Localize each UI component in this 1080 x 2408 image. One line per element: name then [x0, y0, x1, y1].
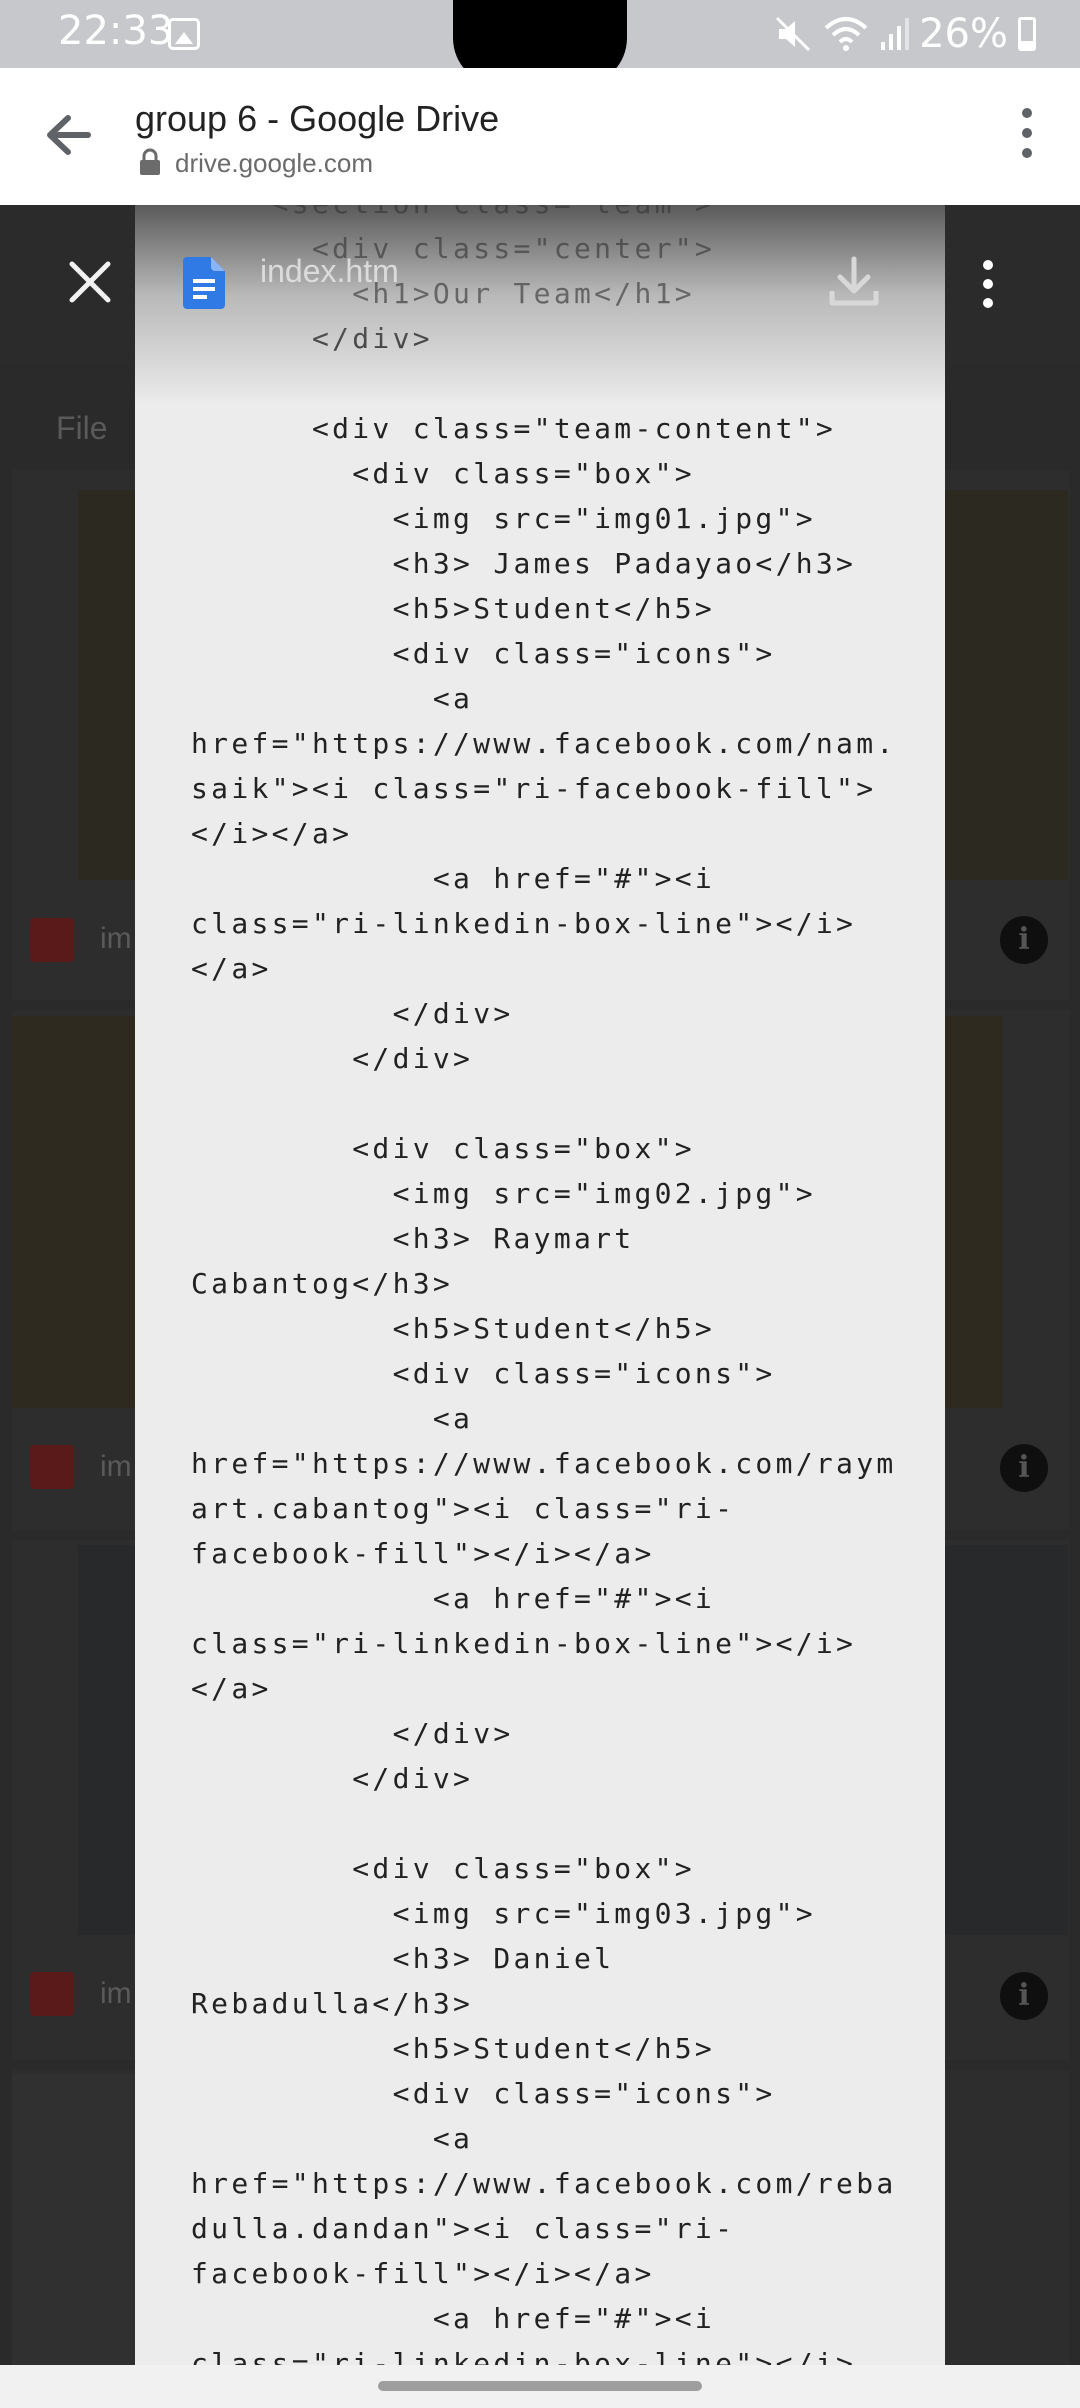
home-gesture-handle[interactable]: [378, 2381, 702, 2391]
status-time: 22:33: [58, 8, 174, 54]
page-title: group 6 - Google Drive: [135, 98, 500, 139]
code-line: <h5>Student</h5>: [191, 592, 716, 625]
lock-icon: [140, 148, 160, 175]
preview-file-name: index.htm: [260, 253, 399, 289]
battery-icon: [1018, 17, 1036, 51]
code-line: <a href="#"><i: [191, 1582, 716, 1615]
battery-percentage: 26%: [919, 11, 1008, 57]
google-docs-icon: [183, 257, 225, 309]
code-line: <h5>Student</h5>: [191, 1312, 716, 1345]
code-line: Rebadulla</h3>: [191, 1987, 474, 2020]
close-icon[interactable]: [66, 258, 114, 306]
code-line: <h5>Student</h5>: [191, 2032, 716, 2065]
code-line: <img src="img02.jpg">: [191, 1177, 816, 1210]
code-line: </a>: [191, 1672, 272, 1705]
code-line: Cabantog</h3>: [191, 1267, 454, 1300]
code-line: <h3> James Padayao</h3>: [191, 547, 857, 580]
code-line: <a href="#"><i: [191, 862, 716, 895]
system-navigation-bar: [0, 2365, 1080, 2408]
code-line: <a: [191, 682, 474, 715]
code-line: art.cabantog"><i class="ri-: [191, 1492, 736, 1525]
code-line: </div>: [191, 322, 433, 355]
code-line: class="ri-linkedin-box-line"></i>: [191, 907, 857, 940]
file-name: im: [100, 922, 132, 955]
code-line: facebook-fill"></i></a>: [191, 2257, 655, 2290]
code-line: class="ri-linkedin-box-line"></i>: [191, 1627, 857, 1660]
code-line: <section class="team">: [191, 205, 715, 220]
code-line: <h3> Daniel: [191, 1942, 615, 1975]
code-line: <div class="icons">: [191, 1357, 776, 1390]
info-icon[interactable]: i: [1000, 1444, 1048, 1492]
page-url: drive.google.com: [175, 148, 373, 178]
code-line: </div>: [191, 1717, 514, 1750]
drive-section-label: File: [56, 410, 108, 446]
code-line: class="ri-linkedin-box-line"></i>: [191, 2347, 857, 2365]
code-line: <h3> Raymart: [191, 1222, 635, 1255]
image-file-icon: [30, 1972, 74, 2016]
code-line: </i></a>: [191, 817, 353, 850]
code-line: <div class="team-content">: [191, 412, 837, 445]
wifi-icon: [824, 17, 868, 51]
info-icon[interactable]: i: [1000, 916, 1048, 964]
code-line: </a>: [191, 952, 272, 985]
code-line: <div class="icons">: [191, 2077, 776, 2110]
code-line: <img src="img01.jpg">: [191, 502, 816, 535]
image-file-icon: [30, 1445, 74, 1489]
code-line: href="https://www.facebook.com/nam.: [191, 727, 897, 760]
signal-icon: [881, 18, 910, 50]
browser-toolbar: group 6 - Google Drive drive.google.com: [0, 68, 1080, 205]
preview-more-options-icon[interactable]: [977, 258, 999, 310]
code-line: <a: [191, 1402, 474, 1435]
back-arrow-icon[interactable]: [44, 110, 92, 160]
file-name: im: [100, 1450, 132, 1483]
code-line: <div class="box">: [191, 457, 695, 490]
code-line: <img src="img03.jpg">: [191, 1897, 816, 1930]
code-line: </div>: [191, 997, 514, 1030]
code-line: <div class="box">: [191, 1852, 695, 1885]
status-icons: 26%: [773, 6, 1036, 62]
code-line: dulla.dandan"><i class="ri-: [191, 2212, 736, 2245]
code-line: href="https://www.facebook.com/reba: [191, 2167, 897, 2200]
code-line: </div>: [191, 1042, 474, 1075]
mute-icon: [776, 16, 811, 52]
code-line: <div class="box">: [191, 1132, 695, 1165]
image-file-icon: [30, 918, 74, 962]
more-options-icon[interactable]: [1012, 108, 1042, 164]
download-icon[interactable]: [828, 255, 880, 309]
code-line: saik"><i class="ri-facebook-fill">: [191, 772, 877, 805]
code-line: <div class="icons">: [191, 637, 776, 670]
code-line: href="https://www.facebook.com/raym: [191, 1447, 897, 1480]
code-line: <a: [191, 2122, 474, 2155]
gallery-icon: [168, 18, 200, 50]
code-preview-page[interactable]: <section class="team"> <div class="cente…: [135, 205, 945, 2365]
code-line: facebook-fill"></i></a>: [191, 1537, 655, 1570]
file-name: im: [100, 1977, 132, 2010]
code-line: </div>: [191, 1762, 474, 1795]
code-line: <a href="#"><i: [191, 2302, 716, 2335]
info-icon[interactable]: i: [1000, 1972, 1048, 2020]
